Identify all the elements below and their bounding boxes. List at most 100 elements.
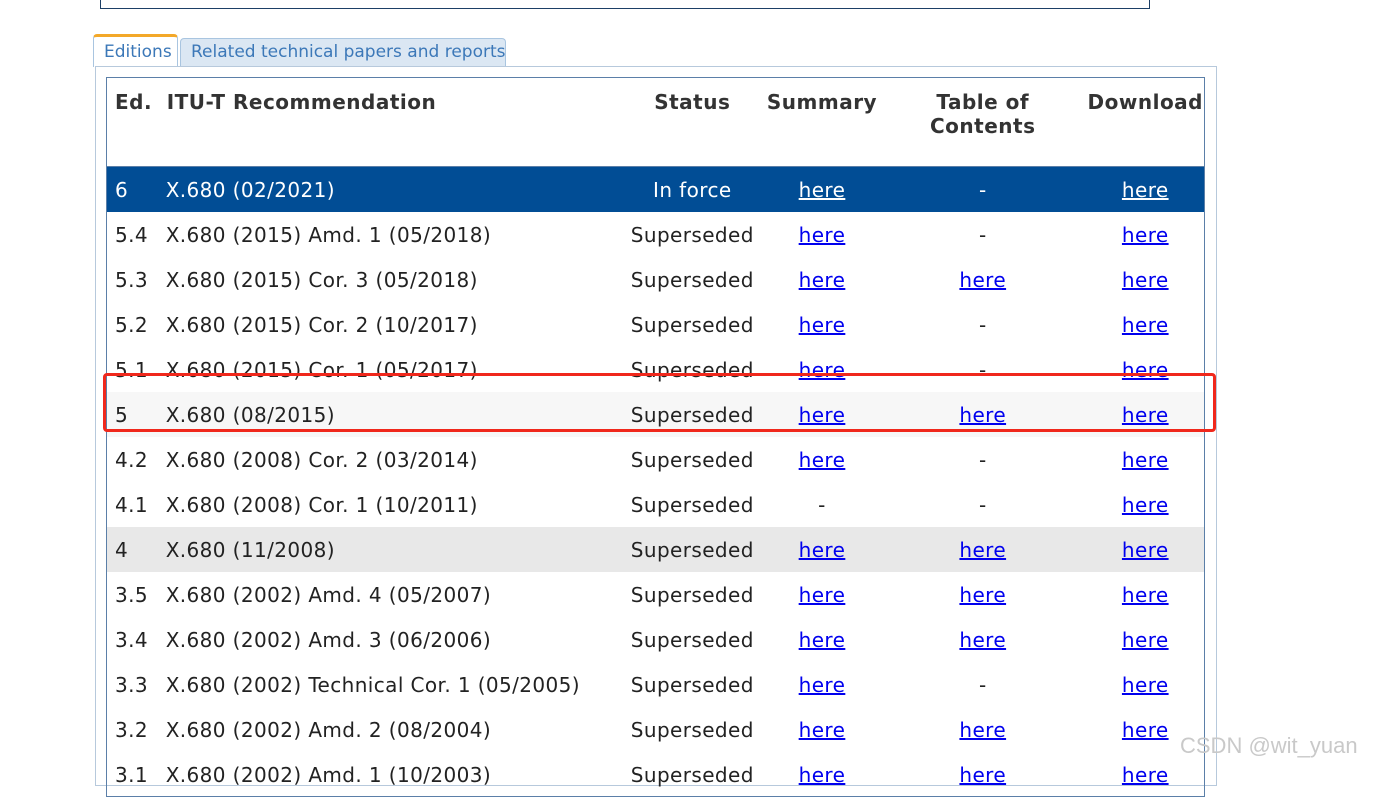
cell-status-text: Superseded [631, 718, 754, 742]
cell-status-text: Superseded [631, 493, 754, 517]
cell-table-of-contents: - [879, 437, 1087, 482]
cell-summary: here [765, 212, 879, 257]
toc-link[interactable]: here [959, 538, 1006, 562]
toc-link[interactable]: here [959, 718, 1006, 742]
empty-marker: - [979, 493, 987, 517]
cell-edition-text: 3.3 [115, 673, 148, 697]
download-link[interactable]: here [1122, 178, 1169, 202]
table-row: 3.1X.680 (2002) Amd. 1 (10/2003) Supersed… [107, 752, 1204, 797]
cell-table-of-contents: here [879, 707, 1087, 752]
tab-related-papers[interactable]: Related technical papers and reports [180, 38, 506, 67]
cell-status: Superseded [620, 392, 765, 437]
cell-recommendation: X.680 (02/2021) [166, 167, 620, 213]
cell-edition-text: 3.5 [115, 583, 148, 607]
download-link[interactable]: here [1122, 538, 1169, 562]
cell-edition: 3.3 [107, 662, 166, 707]
cell-edition: 3.5 [107, 572, 166, 617]
summary-link[interactable]: here [799, 178, 846, 202]
summary-link[interactable]: here [799, 628, 846, 652]
toc-link[interactable]: here [959, 763, 1006, 787]
cell-edition-text: 5.4 [115, 223, 148, 247]
table-row: 4.2X.680 (2008) Cor. 2 (03/2014)Supersed… [107, 437, 1204, 482]
download-link[interactable]: here [1122, 718, 1169, 742]
cell-edition-text: 5.2 [115, 313, 148, 337]
cell-table-of-contents: here [879, 752, 1087, 797]
cell-status-text: Superseded [631, 673, 754, 697]
table-row: 3.2X.680 (2002) Amd. 2 (08/2004)Supersed… [107, 707, 1204, 752]
cell-download: here [1087, 167, 1204, 213]
download-link[interactable]: here [1122, 403, 1169, 427]
cell-edition: 4 [107, 527, 166, 572]
summary-link[interactable]: here [799, 403, 846, 427]
cell-table-of-contents: here [879, 617, 1087, 662]
download-link[interactable]: here [1122, 223, 1169, 247]
cell-recommendation-text: X.680 (2002) Amd. 4 (05/2007) [166, 583, 491, 607]
download-link[interactable]: here [1122, 673, 1169, 697]
summary-link[interactable]: here [799, 313, 846, 337]
cell-recommendation: X.680 (2015) Cor. 3 (05/2018) [166, 257, 620, 302]
download-link[interactable]: here [1122, 628, 1169, 652]
toc-link[interactable]: here [959, 628, 1006, 652]
cell-status-text: Superseded [631, 763, 754, 787]
cell-summary: here [765, 707, 879, 752]
download-link[interactable]: here [1122, 313, 1169, 337]
download-link[interactable]: here [1122, 583, 1169, 607]
cell-recommendation-text: X.680 (2002) Amd. 2 (08/2004) [166, 718, 491, 742]
cell-download: here [1087, 392, 1204, 437]
cell-status: Superseded [620, 302, 765, 347]
cell-recommendation: X.680 (2002) Amd. 1 (10/2003) [166, 752, 620, 797]
table-row: 3.4X.680 (2002) Amd. 3 (06/2006)Supersed… [107, 617, 1204, 662]
header-status: Status [620, 78, 765, 167]
cell-status: Superseded [620, 437, 765, 482]
table-row: 5.3X.680 (2015) Cor. 3 (05/2018)Supersed… [107, 257, 1204, 302]
toc-link[interactable]: here [959, 268, 1006, 292]
cell-edition-text: 4.1 [115, 493, 148, 517]
cell-status: Superseded [620, 482, 765, 527]
toc-link[interactable]: here [959, 403, 1006, 427]
summary-link[interactable]: here [799, 538, 846, 562]
cell-recommendation-text: X.680 (2015) Amd. 1 (05/2018) [166, 223, 491, 247]
cell-summary: here [765, 392, 879, 437]
cell-status-text: Superseded [631, 358, 754, 382]
cell-summary: here [765, 257, 879, 302]
top-container-border [100, 0, 1150, 9]
cell-recommendation-text: X.680 (2002) Technical Cor. 1 (05/2005) [166, 673, 580, 697]
cell-summary: here [765, 662, 879, 707]
summary-link[interactable]: here [799, 673, 846, 697]
download-link[interactable]: here [1122, 358, 1169, 382]
summary-link[interactable]: here [799, 763, 846, 787]
download-link[interactable]: here [1122, 763, 1169, 787]
cell-status-text: Superseded [631, 313, 754, 337]
empty-marker: - [979, 223, 987, 247]
header-download: Download [1087, 78, 1204, 167]
table-header-row: Ed. ITU-T Recommendation Status Summary … [107, 78, 1204, 167]
cell-recommendation: X.680 (2008) Cor. 2 (03/2014) [166, 437, 620, 482]
cell-recommendation: X.680 (2002) Amd. 3 (06/2006) [166, 617, 620, 662]
cell-recommendation-text: X.680 (2002) Amd. 3 (06/2006) [166, 628, 491, 652]
summary-link[interactable]: here [799, 448, 846, 472]
cell-download: here [1087, 212, 1204, 257]
summary-link[interactable]: here [799, 268, 846, 292]
toc-link[interactable]: here [959, 583, 1006, 607]
cell-summary: here [765, 167, 879, 213]
cell-status-text: In force [653, 178, 732, 202]
cell-recommendation: X.680 (2002) Technical Cor. 1 (05/2005) [166, 662, 620, 707]
table-row: 4X.680 (11/2008)Supersededhereherehere [107, 527, 1204, 572]
summary-link[interactable]: here [799, 718, 846, 742]
empty-marker: - [818, 493, 826, 517]
tab-editions[interactable]: Editions [93, 34, 178, 67]
cell-table-of-contents: - [879, 302, 1087, 347]
download-link[interactable]: here [1122, 268, 1169, 292]
cell-edition: 3.1 [107, 752, 166, 797]
cell-table-of-contents: - [879, 212, 1087, 257]
header-recommendation: ITU-T Recommendation [166, 78, 620, 167]
summary-link[interactable]: here [799, 223, 846, 247]
cell-status: Superseded [620, 707, 765, 752]
cell-status: Superseded [620, 257, 765, 302]
editions-table: Ed. ITU-T Recommendation Status Summary … [107, 78, 1204, 797]
summary-link[interactable]: here [799, 583, 846, 607]
download-link[interactable]: here [1122, 493, 1169, 517]
summary-link[interactable]: here [799, 358, 846, 382]
download-link[interactable]: here [1122, 448, 1169, 472]
cell-recommendation: X.680 (2002) Amd. 4 (05/2007) [166, 572, 620, 617]
